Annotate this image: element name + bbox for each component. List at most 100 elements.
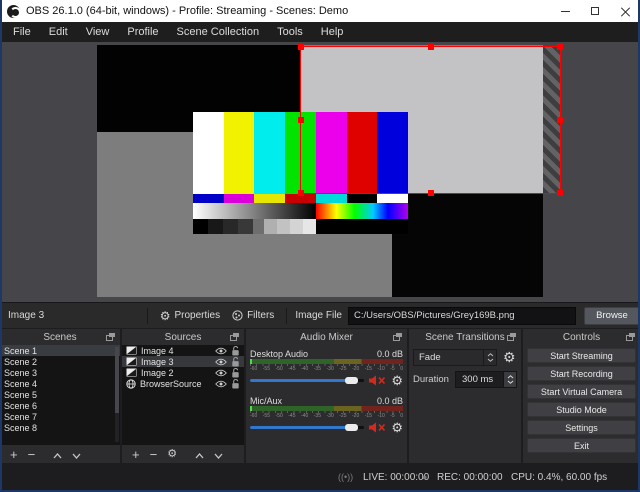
- meter-tick-label: -45: [288, 366, 296, 372]
- panel-menu-icon[interactable]: [393, 333, 402, 341]
- panel-menu-icon[interactable]: [230, 333, 239, 341]
- unlock-icon[interactable]: [231, 378, 240, 389]
- close-button[interactable]: [610, 0, 640, 22]
- visibility-eye-icon[interactable]: [215, 369, 227, 377]
- browser-source-icon: [126, 378, 136, 389]
- duration-spinbox[interactable]: 300 ms: [455, 371, 517, 388]
- selection-handle-bottom-center[interactable]: [428, 190, 434, 196]
- visibility-eye-icon[interactable]: [215, 380, 227, 388]
- menu-view[interactable]: View: [77, 22, 119, 42]
- menu-edit[interactable]: Edit: [40, 22, 77, 42]
- scenes-scrollbar[interactable]: [115, 347, 119, 442]
- audio-mixer-header: Audio Mixer: [246, 329, 407, 345]
- menu-scene-collection[interactable]: Scene Collection: [168, 22, 269, 42]
- selection-handle-top-left[interactable]: [298, 44, 304, 50]
- image-file-path-input[interactable]: [348, 306, 576, 325]
- unlock-icon[interactable]: [231, 345, 240, 356]
- chevron-up-icon: [487, 353, 493, 357]
- spin-arrows[interactable]: [503, 372, 516, 387]
- add-scene-button[interactable]: +: [5, 448, 23, 461]
- scrollbar-thumb[interactable]: [115, 347, 119, 413]
- scene-list-item[interactable]: Scene 4: [0, 378, 120, 389]
- sources-panel: Sources Image 4 Image 3 Image 2 BrowserS…: [122, 329, 244, 463]
- unlock-icon[interactable]: [231, 367, 240, 378]
- source-list-item[interactable]: BrowserSource: [122, 378, 244, 389]
- mute-speaker-icon[interactable]: [369, 422, 386, 433]
- maximize-button[interactable]: [580, 0, 610, 22]
- menu-help[interactable]: Help: [312, 22, 353, 42]
- sources-list[interactable]: Image 4 Image 3 Image 2 BrowserSource: [122, 345, 244, 445]
- selection-handle-mid-left[interactable]: [298, 117, 304, 123]
- studio-mode-button[interactable]: Studio Mode: [527, 402, 636, 417]
- move-source-down-button[interactable]: [209, 448, 228, 461]
- meter-tick-label: -45: [288, 413, 296, 419]
- combo-arrows[interactable]: [483, 350, 496, 365]
- scene-list-item[interactable]: Scene 5: [0, 389, 120, 400]
- volume-slider-handle[interactable]: [344, 377, 358, 384]
- menu-file[interactable]: File: [4, 22, 40, 42]
- scene-list-item[interactable]: Scene 1: [0, 345, 120, 356]
- menu-profile[interactable]: Profile: [118, 22, 167, 42]
- scene-list-item[interactable]: Scene 8: [0, 422, 120, 433]
- move-scene-up-button[interactable]: [48, 448, 67, 461]
- channel-settings-gear-icon[interactable]: ⚙: [391, 421, 403, 434]
- source-list-item[interactable]: Image 4: [122, 345, 244, 356]
- selection-handle-bottom-left[interactable]: [298, 190, 304, 196]
- volume-slider-handle[interactable]: [344, 424, 358, 431]
- source-list-item[interactable]: Image 3: [122, 356, 244, 367]
- visibility-eye-icon[interactable]: [215, 347, 227, 355]
- remove-source-button[interactable]: −: [145, 448, 163, 461]
- filters-button[interactable]: Filters: [226, 310, 280, 321]
- settings-button[interactable]: Settings: [527, 420, 636, 435]
- selection-handle-top-center[interactable]: [428, 44, 434, 50]
- source-list-item[interactable]: Image 2: [122, 367, 244, 378]
- volume-slider[interactable]: [250, 374, 365, 387]
- meter-tick-label: -20: [352, 413, 360, 419]
- chevron-down-icon: [214, 453, 223, 459]
- selection-bounding-box[interactable]: [298, 44, 563, 196]
- preview-area[interactable]: [0, 42, 640, 302]
- scene-list-item[interactable]: Scene 3: [0, 367, 120, 378]
- exit-button[interactable]: Exit: [527, 438, 636, 453]
- transition-select[interactable]: Fade: [413, 349, 497, 366]
- scene-list-item[interactable]: Scene 7: [0, 411, 120, 422]
- status-bar: ((•)) LIVE: 00:00:00 ● REC: 00:00:00 CPU…: [0, 466, 640, 490]
- source-toolbar: Image 3 ⚙ Properties Filters Image File …: [0, 302, 640, 328]
- move-source-up-button[interactable]: [190, 448, 209, 461]
- move-scene-down-button[interactable]: [67, 448, 86, 461]
- scenes-list[interactable]: Scene 1 Scene 2 Scene 3 Scene 4 Scene 5 …: [0, 345, 120, 445]
- chevron-down-icon: [487, 358, 493, 362]
- window-title: OBS 26.1.0 (64-bit, windows) - Profile: …: [26, 5, 349, 17]
- visibility-eye-icon[interactable]: [215, 358, 227, 366]
- start-virtual-camera-button[interactable]: Start Virtual Camera: [527, 384, 636, 399]
- scene-list-item[interactable]: Scene 2: [0, 356, 120, 367]
- meter-tick-label: -60: [250, 413, 258, 419]
- chevron-up-icon: [507, 375, 513, 379]
- panel-menu-icon[interactable]: [626, 333, 635, 341]
- start-streaming-button[interactable]: Start Streaming: [527, 348, 636, 363]
- scene-list-item[interactable]: Scene 6: [0, 400, 120, 411]
- panel-menu-icon[interactable]: [507, 333, 516, 341]
- start-recording-button[interactable]: Start Recording: [527, 366, 636, 381]
- meter-tick-label: -20: [352, 366, 360, 372]
- unlock-icon[interactable]: [231, 356, 240, 367]
- source-black-rect-bottom-right[interactable]: [392, 193, 543, 297]
- mute-speaker-icon[interactable]: [369, 375, 386, 386]
- selection-handle-mid-right[interactable]: [557, 117, 563, 123]
- selection-handle-top-right[interactable]: [557, 44, 563, 50]
- menu-tools[interactable]: Tools: [268, 22, 312, 42]
- source-properties-button[interactable]: ⚙: [162, 448, 182, 460]
- add-source-button[interactable]: +: [127, 448, 145, 461]
- transition-settings-gear-icon[interactable]: ⚙: [503, 349, 516, 366]
- browse-button[interactable]: Browse: [584, 306, 640, 325]
- volume-slider[interactable]: [250, 421, 365, 434]
- obs-window: OBS 26.1.0 (64-bit, windows) - Profile: …: [0, 0, 640, 492]
- minimize-button[interactable]: [550, 0, 580, 22]
- selection-handle-bottom-right[interactable]: [557, 190, 563, 196]
- properties-button[interactable]: ⚙ Properties: [154, 310, 226, 322]
- sources-header: Sources: [122, 329, 244, 345]
- scene-transitions-title: Scene Transitions: [425, 331, 505, 343]
- panel-menu-icon[interactable]: [106, 333, 115, 341]
- channel-settings-gear-icon[interactable]: ⚙: [391, 374, 403, 387]
- remove-scene-button[interactable]: −: [23, 448, 41, 461]
